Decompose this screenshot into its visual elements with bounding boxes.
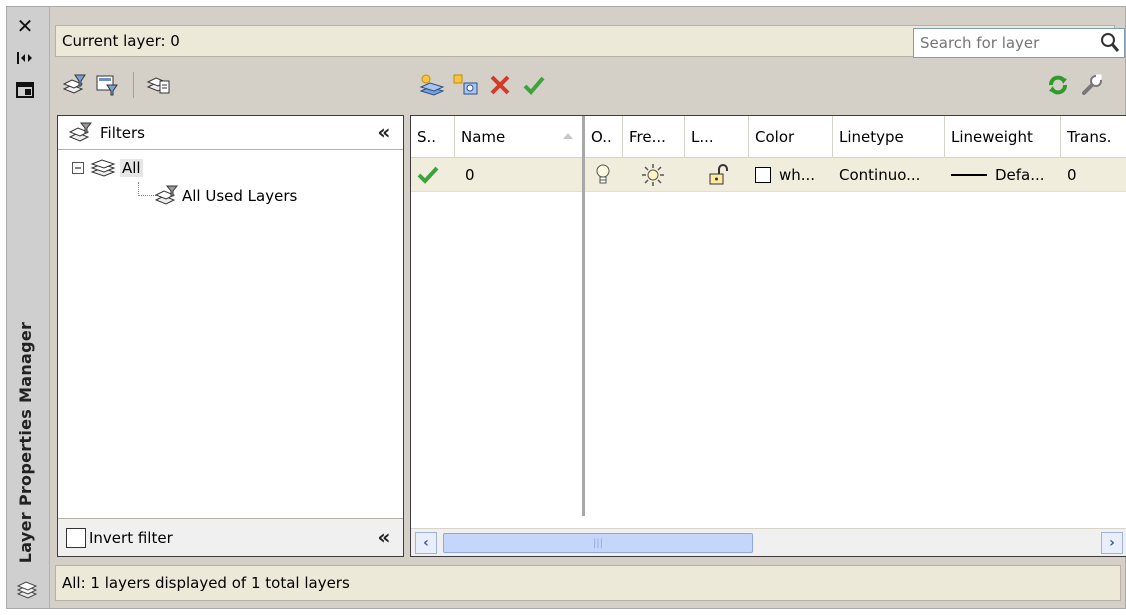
transparency-cell[interactable]: 0 (1061, 158, 1126, 192)
lineweight-cell[interactable]: Defa... (945, 158, 1061, 192)
layer-properties-palette: ✕ Layer Properties Manager Current layer… (6, 6, 1126, 609)
new-group-filter-icon[interactable] (93, 70, 123, 100)
column-header-linetype[interactable]: Linetype (833, 116, 945, 158)
search-box[interactable] (913, 28, 1125, 58)
scroll-left-icon[interactable]: ‹ (415, 532, 437, 554)
used-layers-filter-icon (154, 185, 178, 207)
filters-panel: Filters « All All Used Layers Invert fil… (57, 115, 404, 557)
column-header-lock[interactable]: L... (685, 116, 749, 158)
layer-name-cell[interactable]: 0 (455, 158, 582, 192)
delete-layer-icon[interactable] (485, 70, 515, 100)
new-layer-icon[interactable] (417, 70, 447, 100)
current-layer-check-icon (411, 158, 455, 192)
column-header-color[interactable]: Color (749, 116, 833, 158)
column-header-name[interactable]: Name (455, 116, 582, 158)
column-header-transparency[interactable]: Trans. (1061, 116, 1126, 158)
scroll-right-icon[interactable]: › (1101, 532, 1123, 554)
filter-tree: All All Used Layers (58, 150, 403, 508)
all-layers-icon (90, 158, 116, 178)
status-bar: All: 1 layers displayed of 1 total layer… (55, 565, 1121, 601)
unlock-icon[interactable] (685, 158, 749, 192)
column-header-lineweight[interactable]: Lineweight (945, 116, 1061, 158)
invert-filter-checkbox[interactable] (66, 527, 86, 548)
tree-node-all[interactable]: All (72, 154, 143, 182)
lightbulb-icon[interactable] (585, 158, 623, 192)
layers-icon (15, 579, 39, 601)
collapse-filters-icon[interactable]: « (371, 120, 397, 144)
auto-hide-icon[interactable] (13, 47, 37, 69)
color-cell[interactable]: wh... (749, 158, 833, 192)
invert-filter-label: Invert filter (89, 528, 173, 547)
toolbar-separator (133, 72, 134, 98)
invert-filter-row: Invert filter « (58, 518, 403, 556)
tree-label-all-used-layers: All Used Layers (182, 187, 298, 205)
refresh-settings-toolbar (1043, 69, 1111, 101)
linetype-cell[interactable]: Continuo... (833, 158, 945, 192)
frozen-column-splitter[interactable] (582, 116, 585, 516)
close-icon[interactable]: ✕ (13, 14, 37, 38)
lineweight-line-icon (951, 174, 987, 176)
filters-icon (68, 122, 92, 144)
search-input[interactable] (918, 33, 1088, 53)
filters-title: Filters (100, 123, 145, 142)
tree-label-all: All (120, 159, 143, 177)
sort-ascending-icon (562, 132, 574, 140)
search-icon[interactable] (1100, 32, 1120, 58)
scroll-thumb[interactable]: ||| (443, 533, 753, 553)
column-header-on[interactable]: O.. (585, 116, 623, 158)
settings-wrench-icon[interactable] (1077, 70, 1107, 100)
column-header-status[interactable]: S.. (411, 116, 455, 158)
sun-icon[interactable] (623, 158, 685, 192)
palette-title: Layer Properties Manager (16, 321, 36, 563)
layer-grid: S.. Name O.. Fre... L... Color Linetype … (410, 115, 1126, 557)
column-header-freeze[interactable]: Fre... (623, 116, 685, 158)
color-swatch (755, 167, 771, 183)
table-row[interactable]: 0 wh... Continuo... Defa... 0 (411, 158, 1126, 192)
filters-header: Filters « (58, 116, 403, 150)
tree-node-all-used-layers[interactable]: All Used Layers (154, 182, 297, 210)
new-layer-vp-frozen-icon[interactable] (451, 70, 481, 100)
palette-title-bar[interactable]: ✕ Layer Properties Manager (7, 7, 50, 608)
collapse-filters-bottom-icon[interactable]: « (371, 525, 397, 549)
collapse-minus-icon[interactable] (72, 162, 84, 174)
status-text: All: 1 layers displayed of 1 total layer… (62, 574, 350, 592)
refresh-icon[interactable] (1043, 70, 1073, 100)
palette-content: Current layer: 0 Search for layer Filter… (51, 7, 1126, 608)
layer-toolbar (417, 69, 553, 101)
new-property-filter-icon[interactable] (59, 70, 89, 100)
filter-toolbar (59, 69, 178, 101)
grid-header: S.. Name O.. Fre... L... Color Linetype … (411, 116, 1126, 158)
set-current-icon[interactable] (519, 70, 549, 100)
layer-states-manager-icon[interactable] (144, 70, 174, 100)
properties-menu-icon[interactable] (13, 79, 37, 101)
current-layer-label: Current layer: 0 (62, 32, 180, 50)
horizontal-scrollbar[interactable]: ‹ ||| › (411, 528, 1126, 556)
